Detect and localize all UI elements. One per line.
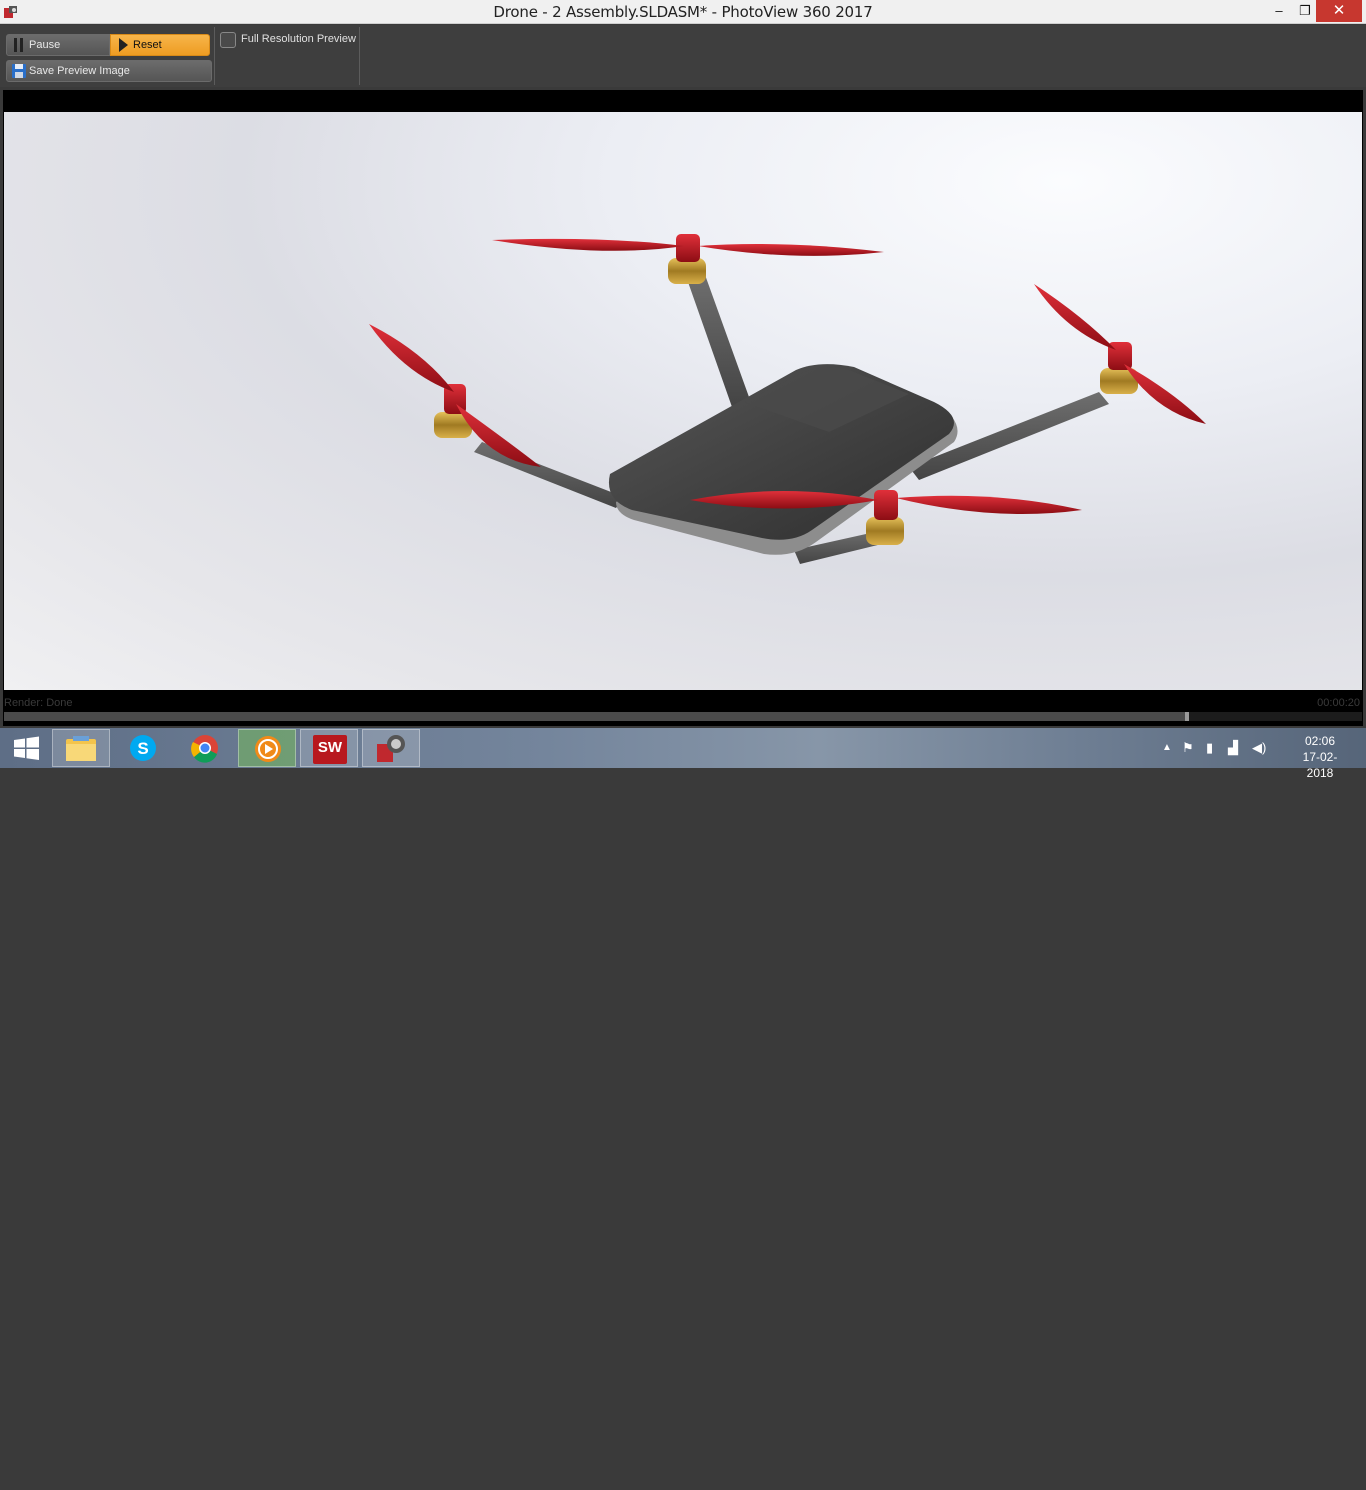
title-bar: Drone - 2 Assembly.SLDASM* - PhotoView 3… bbox=[0, 0, 1366, 24]
svg-text:SW: SW bbox=[318, 739, 343, 756]
drone-arm bbox=[474, 442, 624, 508]
system-clock[interactable]: 02:06 17-02-2018 bbox=[1290, 733, 1350, 781]
drone-render bbox=[369, 234, 1206, 564]
pause-icon bbox=[14, 38, 23, 52]
rendered-image[interactable] bbox=[4, 112, 1362, 690]
drone-arm bbox=[688, 272, 749, 407]
skype-icon: S bbox=[130, 735, 156, 761]
full-resolution-checkbox[interactable] bbox=[220, 32, 236, 48]
reset-label: Reset bbox=[133, 39, 162, 51]
start-button[interactable] bbox=[0, 729, 58, 767]
show-hidden-icons-icon[interactable]: ▲ bbox=[1162, 742, 1172, 753]
system-tray: ▲ ⚑ ▮ ▟ ◀) bbox=[1160, 728, 1280, 768]
render-progress-knob bbox=[1185, 712, 1189, 721]
render-toolbar: Pause Reset Save Preview Image Full Reso… bbox=[0, 25, 1366, 87]
windows-taskbar: S SW ▲ ⚑ ▮ ▟ ◀) 02:06 17-02-2018 bbox=[0, 728, 1366, 780]
toolbar-separator bbox=[359, 27, 360, 85]
solidworks-icon: SW bbox=[313, 735, 347, 764]
render-elapsed-time: 00:00:20 bbox=[1317, 697, 1360, 709]
taskbar-solidworks-2017[interactable]: SW bbox=[300, 729, 358, 767]
pause-button[interactable]: Pause bbox=[6, 34, 110, 56]
play-icon bbox=[119, 38, 128, 52]
motor-rear-left bbox=[434, 384, 472, 438]
clock-time: 02:06 bbox=[1304, 734, 1336, 748]
window-title: Drone - 2 Assembly.SLDASM* - PhotoView 3… bbox=[493, 3, 873, 21]
network-signal-icon[interactable]: ▟ bbox=[1228, 740, 1238, 756]
motor-rear-center bbox=[668, 234, 706, 284]
clock-date: 17-02-2018 bbox=[1302, 750, 1338, 780]
motor-rear-right bbox=[1100, 342, 1138, 394]
photoview-icon bbox=[377, 735, 405, 762]
taskbar-skype[interactable]: S bbox=[114, 729, 172, 767]
windows-logo-icon bbox=[14, 736, 39, 760]
action-center-flag-icon[interactable]: ⚑ bbox=[1182, 740, 1194, 756]
close-button[interactable]: ✕ bbox=[1316, 0, 1362, 22]
full-resolution-label: Full Resolution Preview bbox=[241, 33, 356, 45]
save-preview-button[interactable]: Save Preview Image bbox=[6, 60, 212, 82]
volume-icon[interactable]: ◀) bbox=[1252, 740, 1266, 756]
pause-label: Pause bbox=[29, 39, 61, 51]
render-status: Render: Done bbox=[4, 697, 73, 709]
svg-text:S: S bbox=[137, 739, 148, 758]
media-player-icon bbox=[255, 736, 281, 762]
save-preview-label: Save Preview Image bbox=[29, 65, 130, 77]
taskbar-file-explorer[interactable] bbox=[52, 729, 110, 767]
reset-button[interactable]: Reset bbox=[110, 34, 210, 56]
folder-icon bbox=[66, 736, 96, 761]
taskbar-chrome[interactable] bbox=[176, 729, 234, 767]
taskbar-photoview-360[interactable] bbox=[362, 729, 420, 767]
render-progress-fill bbox=[4, 712, 1185, 721]
render-viewport: Render: Done 00:00:20 bbox=[3, 90, 1363, 726]
render-progress-bar bbox=[4, 712, 1362, 721]
chrome-icon bbox=[191, 735, 218, 763]
save-disk-icon bbox=[12, 64, 26, 78]
taskbar-media-player[interactable] bbox=[238, 729, 296, 767]
toolbar-separator bbox=[214, 27, 215, 85]
render-controls: Pause Reset Save Preview Image bbox=[3, 29, 212, 85]
power-icon[interactable]: ▮ bbox=[1206, 740, 1213, 756]
